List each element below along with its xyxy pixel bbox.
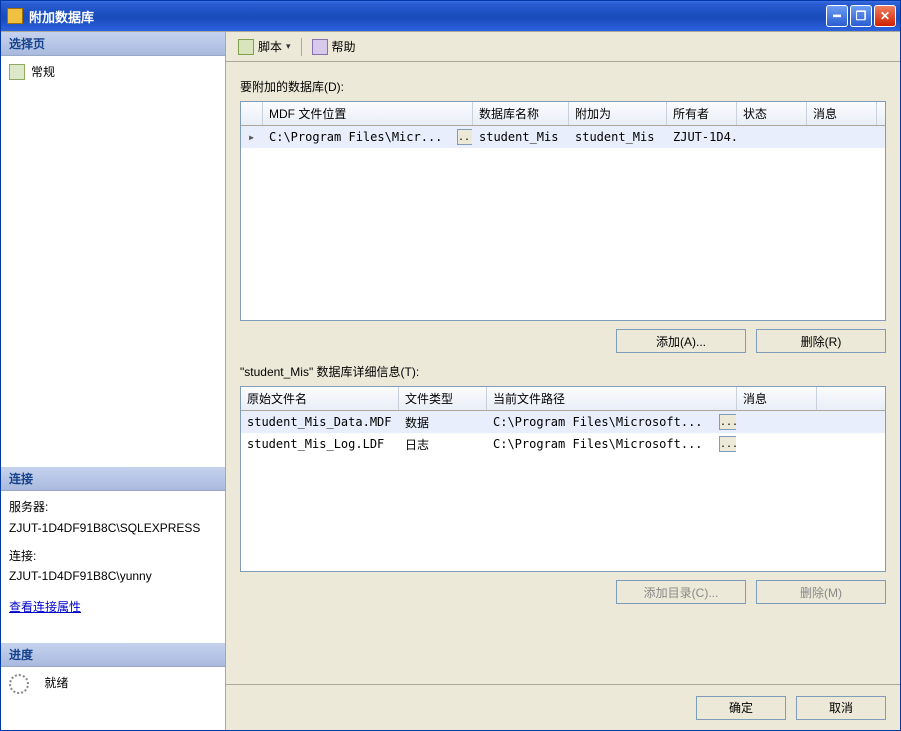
titlebar[interactable]: 附加数据库 ━ ❐ ✕: [1, 1, 900, 31]
window-title: 附加数据库: [29, 7, 826, 26]
script-label: 脚本: [258, 38, 282, 55]
table-row[interactable]: student_Mis_Log.LDF 日志 C:\Program Files\…: [241, 433, 885, 455]
table-row[interactable]: ▸ C:\Program Files\Micr... ... student_M…: [241, 126, 885, 148]
cell-path[interactable]: C:\Program Files\Microsoft...: [487, 413, 713, 431]
cell-owner[interactable]: ZJUT-1D4...: [667, 128, 737, 146]
left-panel: 选择页 常规 连接 服务器: ZJUT-1D4DF91B8C\SQLEXPRES…: [1, 32, 226, 730]
cell-filetype[interactable]: 数据: [399, 412, 487, 433]
close-button[interactable]: ✕: [874, 5, 896, 27]
files-grid[interactable]: 原始文件名 文件类型 当前文件路径 消息 student_Mis_Data.MD…: [240, 386, 886, 572]
browse-path-button[interactable]: ...: [719, 436, 737, 452]
cell-filename[interactable]: student_Mis_Log.LDF: [241, 435, 399, 453]
connection-info: 服务器: ZJUT-1D4DF91B8C\SQLEXPRESS 连接: ZJUT…: [1, 491, 225, 623]
cell-attachas[interactable]: student_Mis: [569, 128, 667, 146]
view-connection-props[interactable]: 查看连接属性: [9, 597, 217, 617]
col-current-path[interactable]: 当前文件路径: [487, 387, 737, 410]
col-status[interactable]: 状态: [737, 102, 807, 125]
col-owner[interactable]: 所有者: [667, 102, 737, 125]
server-label: 服务器:: [9, 497, 217, 517]
toolbar: 脚本 ▾ 帮助: [226, 32, 900, 62]
databases-grid[interactable]: MDF 文件位置 数据库名称 附加为 所有者 状态 消息 ▸ C:\Progra…: [240, 101, 886, 321]
cell-msg: [737, 420, 817, 424]
ok-button[interactable]: 确定: [696, 696, 786, 720]
grid-header-row: MDF 文件位置 数据库名称 附加为 所有者 状态 消息: [241, 102, 885, 126]
page-general[interactable]: 常规: [9, 60, 217, 83]
progress-header: 进度: [1, 643, 225, 667]
select-page-header: 选择页: [1, 32, 225, 56]
view-connection-props-link[interactable]: 查看连接属性: [9, 600, 81, 614]
col-original-filename[interactable]: 原始文件名: [241, 387, 399, 410]
conn-value: ZJUT-1D4DF91B8C\yunny: [9, 566, 217, 586]
app-icon: [7, 8, 23, 24]
help-button[interactable]: 帮助: [308, 36, 360, 57]
conn-label: 连接:: [9, 546, 217, 566]
col-attach-as[interactable]: 附加为: [569, 102, 667, 125]
cell-message: [807, 135, 877, 139]
table-row[interactable]: student_Mis_Data.MDF 数据 C:\Program Files…: [241, 411, 885, 433]
minimize-button[interactable]: ━: [826, 5, 848, 27]
script-button[interactable]: 脚本 ▾: [234, 36, 295, 57]
progress-spinner-icon: [9, 674, 29, 694]
add-directory-button[interactable]: 添加目录(C)...: [616, 580, 746, 604]
col-mdf-location[interactable]: MDF 文件位置: [263, 102, 473, 125]
page-general-label: 常规: [31, 63, 55, 80]
col-db-name[interactable]: 数据库名称: [473, 102, 569, 125]
remove-file-button[interactable]: 删除(M): [756, 580, 886, 604]
cell-filetype[interactable]: 日志: [399, 434, 487, 455]
right-panel: 脚本 ▾ 帮助 要附加的数据库(D): MDF 文件位置 数据库名称 附加为: [226, 32, 900, 730]
col-message2[interactable]: 消息: [737, 387, 817, 410]
attach-db-label: 要附加的数据库(D):: [240, 78, 886, 95]
cell-status: [737, 135, 807, 139]
progress-status: 就绪: [44, 676, 68, 690]
progress-section: 就绪: [1, 667, 225, 700]
help-label: 帮助: [332, 38, 356, 55]
page-icon: [9, 64, 25, 80]
files-header-row: 原始文件名 文件类型 当前文件路径 消息: [241, 387, 885, 411]
add-button[interactable]: 添加(A)...: [616, 329, 746, 353]
toolbar-separator: [301, 38, 302, 56]
cell-filename[interactable]: student_Mis_Data.MDF: [241, 413, 399, 431]
cell-mdf[interactable]: C:\Program Files\Micr...: [263, 128, 451, 146]
row-pointer-icon: ▸: [241, 128, 263, 146]
detail-label: "student_Mis" 数据库详细信息(T):: [240, 363, 886, 380]
cell-dbname[interactable]: student_Mis: [473, 128, 569, 146]
cell-msg: [737, 442, 817, 446]
dropdown-arrow-icon[interactable]: ▾: [286, 41, 291, 52]
cell-path[interactable]: C:\Program Files\Microsoft...: [487, 435, 713, 453]
cancel-button[interactable]: 取消: [796, 696, 886, 720]
script-icon: [238, 39, 254, 55]
col-pointer[interactable]: [241, 102, 263, 125]
remove-button[interactable]: 删除(R): [756, 329, 886, 353]
server-value: ZJUT-1D4DF91B8C\SQLEXPRESS: [9, 518, 217, 538]
col-file-type[interactable]: 文件类型: [399, 387, 487, 410]
browse-mdf-button[interactable]: ...: [457, 129, 473, 145]
col-message[interactable]: 消息: [807, 102, 877, 125]
maximize-button[interactable]: ❐: [850, 5, 872, 27]
browse-path-button[interactable]: ...: [719, 414, 737, 430]
dialog-footer: 确定 取消: [226, 684, 900, 730]
help-icon: [312, 39, 328, 55]
attach-database-dialog: 附加数据库 ━ ❐ ✕ 选择页 常规 连接 服务器: ZJUT-1D4DF91B…: [0, 0, 901, 731]
connection-header: 连接: [1, 467, 225, 491]
